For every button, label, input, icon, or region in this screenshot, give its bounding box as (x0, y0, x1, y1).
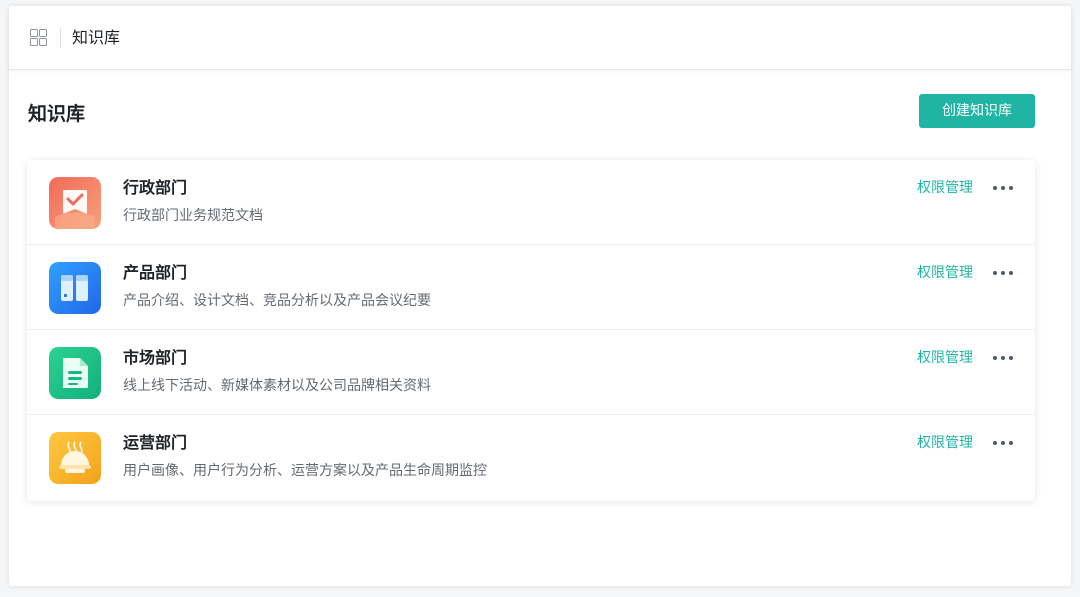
food-dish-icon (49, 432, 101, 484)
permission-management-link[interactable]: 权限管理 (917, 348, 973, 368)
create-knowledge-base-button[interactable]: 创建知识库 (919, 94, 1035, 128)
knowledge-base-description: 线上线下活动、新媒体素材以及公司品牌相关资料 (123, 378, 431, 394)
knowledge-base-list: 行政部门 行政部门业务规范文档 权限管理 产品部门 产品介绍、设计文档、竞品分析… (27, 160, 1035, 501)
divider (60, 28, 61, 48)
knowledge-base-description: 行政部门业务规范文档 (123, 208, 263, 224)
file-document-icon (49, 347, 101, 399)
knowledge-base-description: 用户画像、用户行为分析、运营方案以及产品生命周期监控 (123, 463, 487, 479)
knowledge-base-name[interactable]: 行政部门 (123, 177, 187, 199)
more-options-icon[interactable] (993, 263, 1013, 283)
breadcrumb-title: 知识库 (72, 28, 121, 47)
list-item[interactable]: 行政部门 行政部门业务规范文档 权限管理 (27, 160, 1035, 245)
knowledge-base-name[interactable]: 产品部门 (123, 262, 187, 284)
more-options-icon[interactable] (993, 178, 1013, 198)
knowledge-base-name[interactable]: 运营部门 (123, 432, 187, 454)
knowledge-base-description: 产品介绍、设计文档、竞品分析以及产品会议纪要 (123, 293, 431, 309)
knowledge-base-name[interactable]: 市场部门 (123, 347, 187, 369)
permission-management-link[interactable]: 权限管理 (917, 433, 973, 453)
check-document-icon (49, 177, 101, 229)
list-item[interactable]: 产品部门 产品介绍、设计文档、竞品分析以及产品会议纪要 权限管理 (27, 245, 1035, 330)
more-options-icon[interactable] (993, 433, 1013, 453)
list-item[interactable]: 运营部门 用户画像、用户行为分析、运营方案以及产品生命周期监控 权限管理 (27, 415, 1035, 501)
binder-icon (49, 262, 101, 314)
permission-management-link[interactable]: 权限管理 (917, 263, 973, 283)
grid-icon[interactable] (30, 29, 48, 47)
list-item[interactable]: 市场部门 线上线下活动、新媒体素材以及公司品牌相关资料 权限管理 (27, 330, 1035, 415)
top-bar: 知识库 (9, 6, 1071, 70)
more-options-icon[interactable] (993, 348, 1013, 368)
page-title: 知识库 (28, 103, 86, 125)
permission-management-link[interactable]: 权限管理 (917, 178, 973, 198)
